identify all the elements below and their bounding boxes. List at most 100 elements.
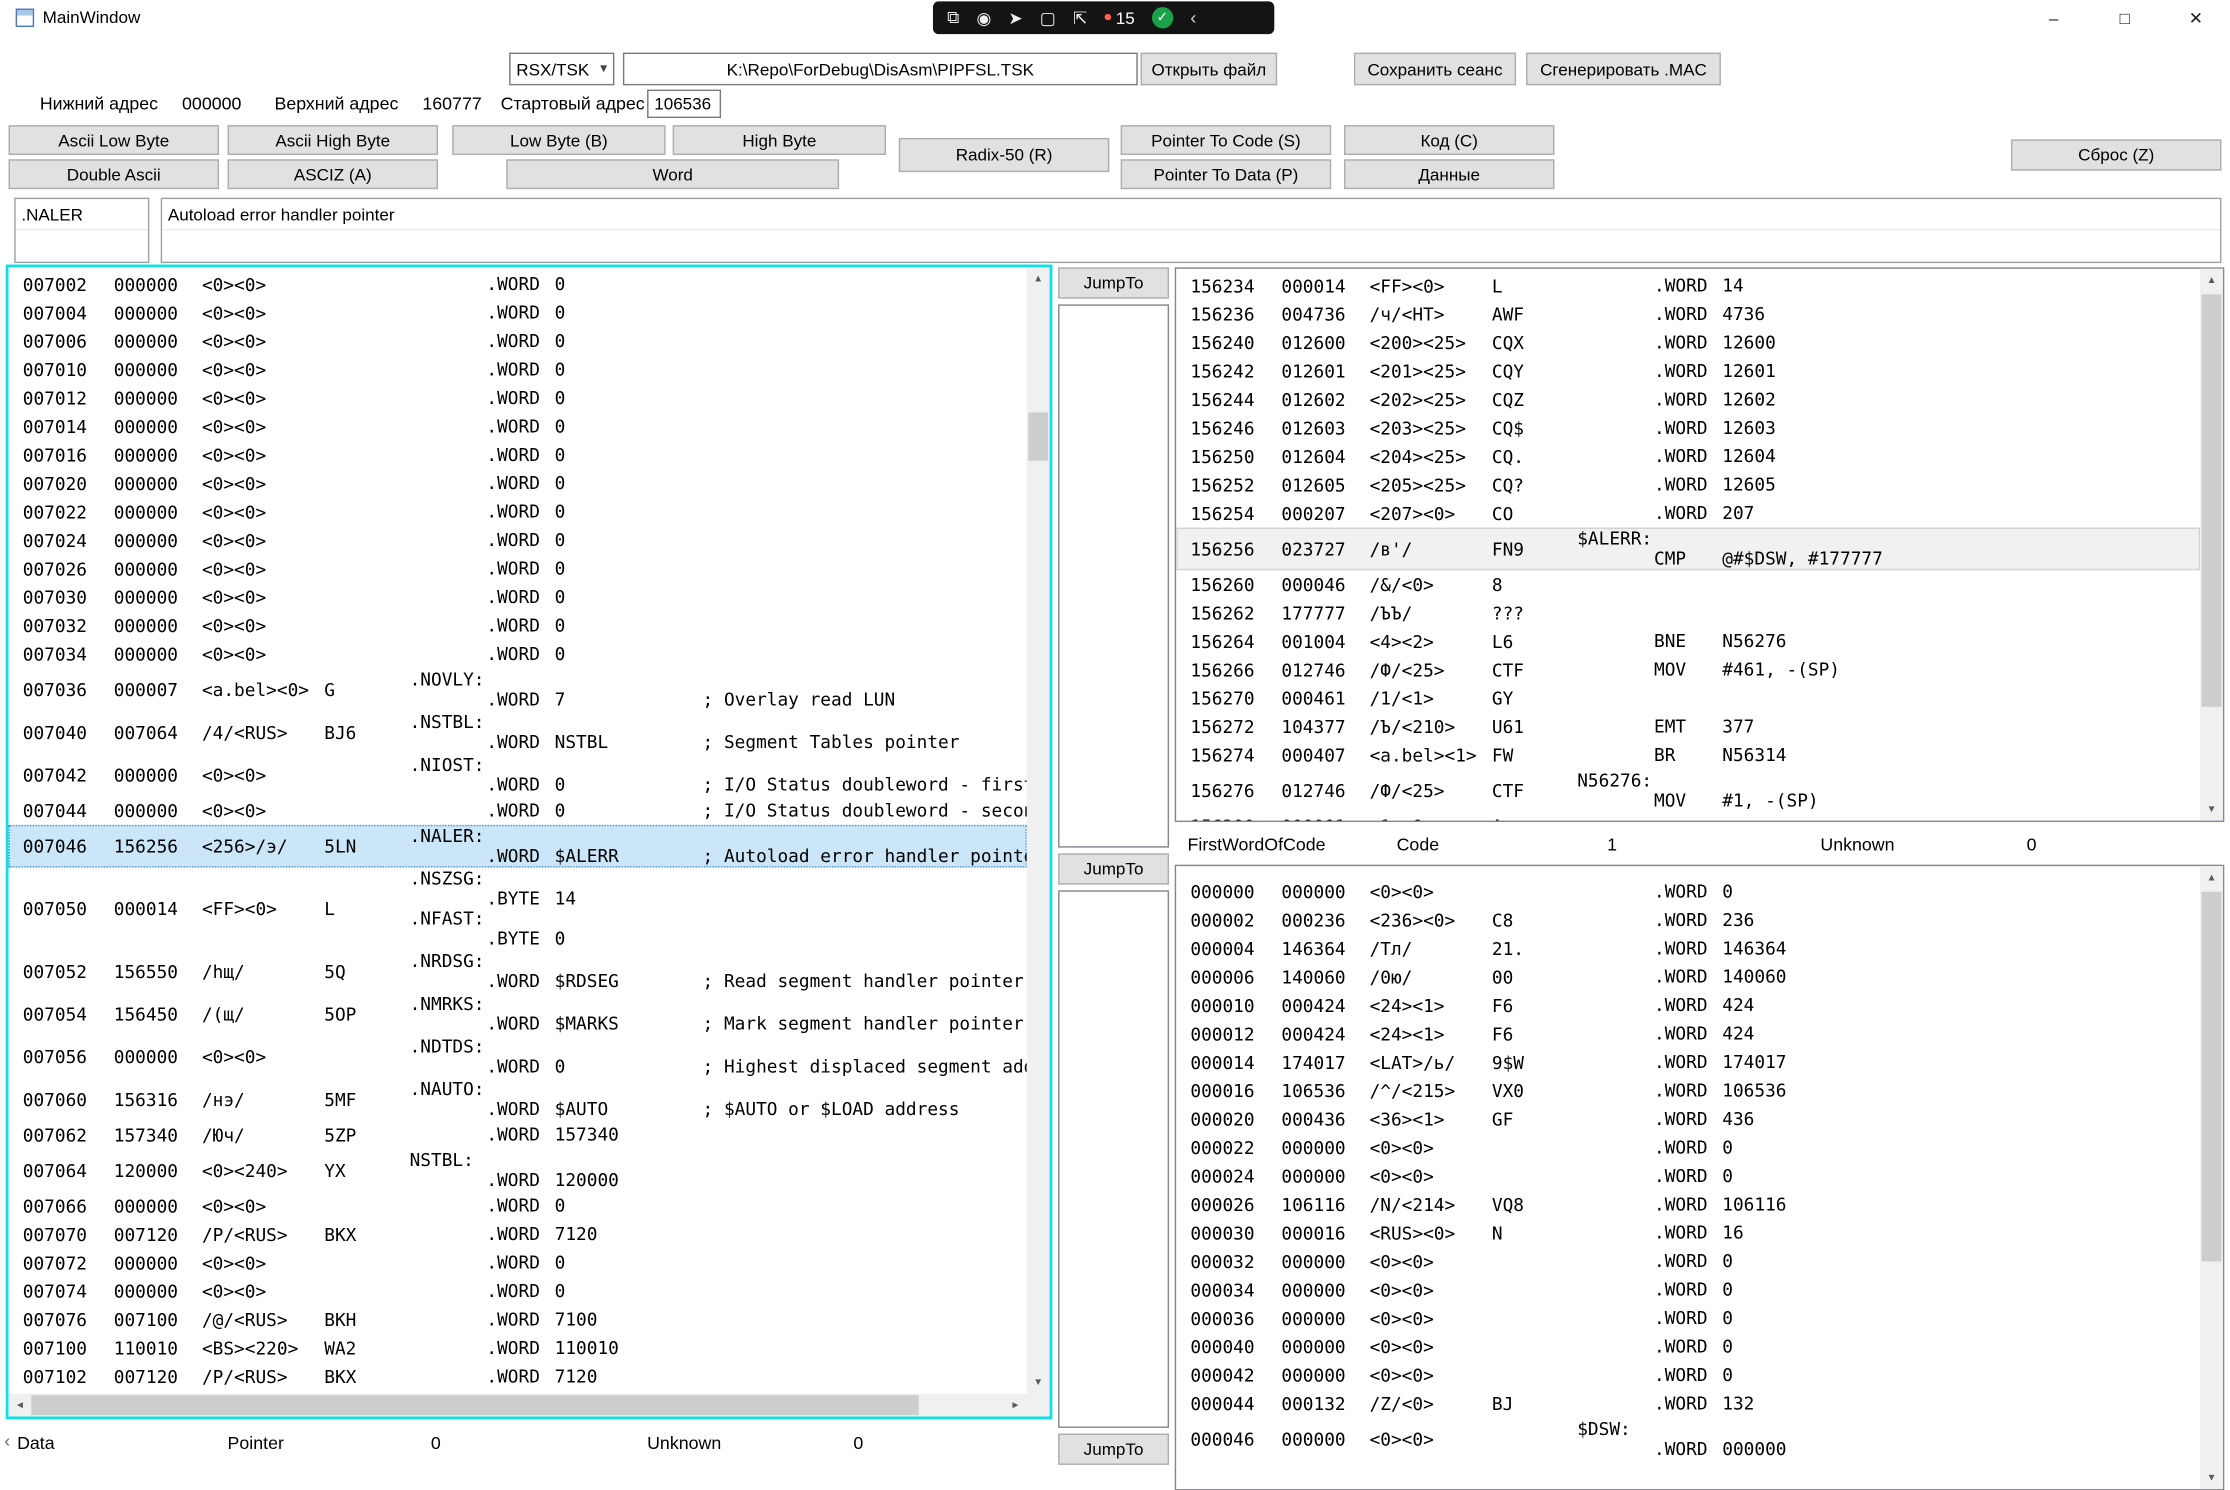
right-bottom-scrollbar[interactable]: ▲ ▼ — [2200, 866, 2223, 1489]
listing-row[interactable]: 000044000132/Z/<0>BJ.WORD132 — [1176, 1389, 2200, 1417]
listing-row[interactable]: 007002000000<0><0>.WORD0 — [9, 270, 1027, 298]
code-button[interactable]: Код (C) — [1344, 125, 1554, 155]
left-horizontal-scrollbar[interactable]: ◄ ► — [9, 1394, 1050, 1417]
listing-row[interactable]: 007072000000<0><0>.WORD0 — [9, 1249, 1027, 1277]
jump-to-button-middle[interactable]: JumpTo — [1058, 853, 1169, 884]
listing-row[interactable]: 007014000000<0><0>.WORD0 — [9, 412, 1027, 440]
close-button[interactable]: ✕ — [2163, 0, 2228, 36]
jump-to-button-bottom[interactable]: JumpTo — [1058, 1434, 1169, 1465]
listing-row[interactable]: 007100110010<BS><220>WA2.WORD110010 — [9, 1334, 1027, 1362]
listing-row[interactable]: 156300000001<1><0>A — [1176, 812, 2200, 821]
label-description-box[interactable]: Autoload error handler pointer — [161, 198, 2222, 263]
left-vertical-scrollbar[interactable]: ▲ ▼ — [1027, 267, 1050, 1393]
listing-row[interactable]: 000036000000<0><0>.WORD0 — [1176, 1304, 2200, 1332]
ascii-low-byte-button[interactable]: Ascii Low Byte — [9, 125, 219, 155]
minimize-button[interactable]: – — [2021, 0, 2086, 36]
pointer-to-code-button[interactable]: Pointer To Code (S) — [1121, 125, 1331, 155]
high-byte-button[interactable]: High Byte — [673, 125, 886, 155]
listing-row[interactable]: 156260000046/&/<0>8 — [1176, 570, 2200, 598]
listing-row[interactable]: 007054156450/(щ/5OP.NMRKS:.WORD$MARKS; M… — [9, 993, 1027, 1036]
radix50-button[interactable]: Radix-50 (R) — [899, 138, 1109, 172]
scrollbar-thumb[interactable] — [2202, 294, 2222, 706]
listing-row[interactable]: 000020000436<36><1>GF.WORD436 — [1176, 1105, 2200, 1133]
listing-row[interactable]: 156244012602<202><25>CQZ.WORD12602 — [1176, 385, 2200, 413]
data-button[interactable]: Данные — [1344, 159, 1554, 189]
listing-row[interactable]: 007026000000<0><0>.WORD0 — [9, 555, 1027, 583]
listing-row[interactable]: 156272104377/Ъ/<210>U61EMT377 — [1176, 713, 2200, 741]
listing-row[interactable]: 007070007120/P/<RUS>BKX.WORD7120 — [9, 1220, 1027, 1248]
listing-row[interactable]: 156250012604<204><25>CQ..WORD12604 — [1176, 442, 2200, 470]
listing-row[interactable]: 007062157340/Юч/5ZP.WORD157340 — [9, 1121, 1027, 1149]
scroll-left-icon[interactable]: ◄ — [9, 1394, 32, 1417]
open-file-button[interactable]: Открыть файл — [1141, 53, 1278, 86]
region-capture-icon[interactable]: ⇱ — [1073, 8, 1087, 28]
generate-mac-button[interactable]: Сгенерировать .MAC — [1526, 53, 1721, 86]
listing-row[interactable]: 007004000000<0><0>.WORD0 — [9, 299, 1027, 327]
listing-row[interactable]: 007052156550/hщ/5Q.NRDSG:.WORD$RDSEG; Re… — [9, 950, 1027, 993]
scrollbar-thumb[interactable] — [2202, 892, 2222, 1262]
listing-row[interactable]: 007012000000<0><0>.WORD0 — [9, 384, 1027, 412]
listing-row[interactable]: 156242012601<201><25>CQY.WORD12601 — [1176, 357, 2200, 385]
pointer-to-data-button[interactable]: Pointer To Data (P) — [1121, 159, 1331, 189]
listing-row[interactable]: 156264001004<4><2>L6BNEN56276 — [1176, 627, 2200, 655]
listing-row[interactable]: 156262177777/ЪЪ/??? — [1176, 599, 2200, 627]
listing-row[interactable]: 007016000000<0><0>.WORD0 — [9, 441, 1027, 469]
listing-row[interactable]: 000006140060/0ю/00.WORD140060 — [1176, 963, 2200, 991]
listing-row[interactable]: 007060156316/нэ/5MF.NAUTO:.WORD$AUTO; $A… — [9, 1078, 1027, 1121]
listing-row[interactable]: 000010000424<24><1>F6.WORD424 — [1176, 991, 2200, 1019]
listing-row[interactable]: 007064120000<0><240>YXNSTBL:.WORD120000 — [9, 1149, 1027, 1192]
listing-row[interactable]: 000002000236<236><0>C8.WORD236 — [1176, 906, 2200, 934]
jump-list-bottom[interactable] — [1058, 890, 1169, 1428]
format-select[interactable]: RSX/TSK ▾ — [509, 53, 614, 86]
camera-icon[interactable]: ◉ — [976, 8, 991, 28]
cursor-icon[interactable]: ➤ — [1008, 8, 1022, 28]
start-address-input[interactable] — [647, 90, 721, 118]
listing-row[interactable]: 156254000207<207><0>CO.WORD207 — [1176, 499, 2200, 527]
scroll-up-icon[interactable]: ▲ — [2200, 866, 2223, 889]
listing-row[interactable]: 007074000000<0><0>.WORD0 — [9, 1277, 1027, 1305]
scroll-down-icon[interactable]: ▼ — [1027, 1371, 1050, 1394]
listing-row[interactable]: 007046156256<256>/э/5LN.NALER:.WORD$ALER… — [9, 825, 1027, 868]
listing-row[interactable]: 156236004736/ч/<HT>AWF.WORD4736 — [1176, 300, 2200, 328]
listing-row[interactable]: 000040000000<0><0>.WORD0 — [1176, 1333, 2200, 1361]
scroll-up-icon[interactable]: ▲ — [2200, 269, 2223, 292]
file-path-input[interactable] — [623, 53, 1138, 86]
listing-row[interactable]: 007040007064/4/<RUS>BJ6.NSTBL:.WORDNSTBL… — [9, 711, 1027, 754]
scroll-down-icon[interactable]: ▼ — [2200, 798, 2223, 821]
listing-row[interactable]: 156234000014<FF><0>L.WORD14 — [1176, 272, 2200, 300]
word-button[interactable]: Word — [506, 159, 839, 189]
right-top-scrollbar[interactable]: ▲ ▼ — [2200, 269, 2223, 821]
listing-row[interactable]: 000004146364/Тл/21..WORD146364 — [1176, 934, 2200, 962]
scroll-up-icon[interactable]: ▲ — [1027, 267, 1050, 290]
listing-row[interactable]: 156240012600<200><25>CQX.WORD12600 — [1176, 329, 2200, 357]
asciz-button[interactable]: ASCIZ (A) — [228, 159, 438, 189]
ascii-high-byte-button[interactable]: Ascii High Byte — [228, 125, 438, 155]
reset-button[interactable]: Сброс (Z) — [2011, 139, 2221, 170]
listing-row[interactable]: 000014174017<LAT>/ь/9$W.WORD174017 — [1176, 1048, 2200, 1076]
jump-to-button-top[interactable]: JumpTo — [1058, 267, 1169, 298]
listing-row[interactable]: 007030000000<0><0>.WORD0 — [9, 583, 1027, 611]
listing-row[interactable]: 156256023727/в'/FN9$ALERR:CMP@#$DSW, #17… — [1176, 528, 2200, 571]
listing-row[interactable]: 000016106536/^/<215>VX0.WORD106536 — [1176, 1077, 2200, 1105]
listing-row[interactable]: 007022000000<0><0>.WORD0 — [9, 498, 1027, 526]
scroll-right-icon[interactable]: ► — [1004, 1394, 1027, 1417]
listing-row[interactable]: 007056000000<0><0>.NDTDS:.WORD0; Highest… — [9, 1035, 1027, 1078]
double-ascii-button[interactable]: Double Ascii — [9, 159, 219, 189]
listing-row[interactable]: 007032000000<0><0>.WORD0 — [9, 612, 1027, 640]
listing-row[interactable]: 007044000000<0><0>.WORD0; I/O Status dou… — [9, 796, 1027, 824]
label-name-box[interactable]: .NALER — [14, 198, 149, 263]
listing-row[interactable]: 007050000014<FF><0>L.NSZSG:.BYTE14.NFAST… — [9, 868, 1027, 950]
listing-row[interactable]: 000000000000<0><0>.WORD0 — [1176, 877, 2200, 905]
listing-row[interactable]: 156252012605<205><25>CQ?.WORD12605 — [1176, 471, 2200, 499]
display-capture-icon[interactable]: ⧉ — [947, 7, 959, 28]
listing-row[interactable]: 000026106116/N/<214>VQ8.WORD106116 — [1176, 1190, 2200, 1218]
listing-row[interactable]: 000042000000<0><0>.WORD0 — [1176, 1361, 2200, 1389]
listing-row[interactable]: 007010000000<0><0>.WORD0 — [9, 356, 1027, 384]
listing-row[interactable]: 007036000007<a.bel><0>G.NOVLY:.WORD7; Ov… — [9, 668, 1027, 711]
listing-row[interactable]: 007006000000<0><0>.WORD0 — [9, 327, 1027, 355]
listing-row[interactable]: 007034000000<0><0>.WORD0 — [9, 640, 1027, 668]
listing-row[interactable]: 156276012746/Ф/<25>CTFN56276:MOV#1, -(SP… — [1176, 769, 2200, 812]
scrollbar-thumb[interactable] — [31, 1395, 918, 1415]
listing-row[interactable]: 000012000424<24><1>F6.WORD424 — [1176, 1020, 2200, 1048]
low-byte-button[interactable]: Low Byte (B) — [452, 125, 665, 155]
